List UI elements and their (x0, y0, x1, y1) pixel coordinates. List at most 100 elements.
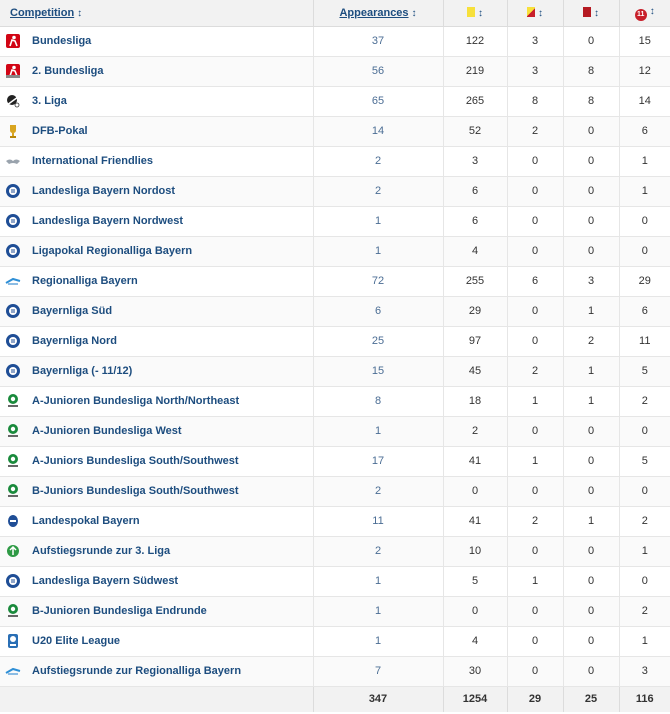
u20-elite-logo-icon[interactable] (5, 633, 21, 649)
sort-arrows-icon[interactable]: ↕ (538, 8, 543, 19)
2-bundesliga-logo-icon[interactable] (5, 63, 21, 79)
competition-link[interactable]: Aufstiegsrunde zur 3. Liga (32, 545, 170, 557)
appearances-cell[interactable]: 2 (312, 536, 443, 567)
appearances-cell[interactable]: 1 (312, 566, 443, 597)
appearances-cell[interactable]: 2 (312, 476, 443, 507)
regionalliga-logo-icon[interactable] (5, 273, 21, 289)
appearances-cell[interactable]: 56 (312, 56, 443, 87)
sort-arrows-icon[interactable]: ↕ (77, 8, 82, 19)
competition-link[interactable]: 3. Liga (32, 95, 67, 107)
bfv-logo-icon[interactable] (5, 363, 21, 379)
sort-arrows-icon[interactable]: ↕ (478, 8, 483, 19)
appearances-cell[interactable]: 1 (312, 206, 443, 237)
sort-arrows-icon[interactable]: ↕ (650, 6, 655, 17)
red-cards-cell: 0 (562, 476, 619, 507)
appearances-sort-link[interactable]: Appearances (339, 7, 408, 19)
competition-link[interactable]: A-Junioren Bundesliga North/Northeast (32, 395, 239, 407)
handshake-logo-icon[interactable] (5, 153, 21, 169)
competition-cell: DFB-Pokal (0, 116, 313, 147)
appearances-column-header[interactable]: Appearances ↕ (312, 0, 443, 27)
appearances-cell[interactable]: 2 (312, 176, 443, 207)
competition-cell: B-Junioren Bundesliga Endrunde (0, 596, 313, 627)
competition-link[interactable]: International Friendlies (32, 155, 153, 167)
red-cards-cell: 1 (562, 296, 619, 327)
goals-cell: 12 (618, 56, 670, 87)
yellow-cards-cell: 0 (442, 596, 507, 627)
dfb-junior-logo-icon[interactable] (5, 393, 21, 409)
appearances-cell[interactable]: 2 (312, 146, 443, 177)
yellow-cards-column-header[interactable]: ↕ (442, 0, 507, 27)
appearances-cell[interactable]: 25 (312, 326, 443, 357)
red-cards-cell: 1 (562, 356, 619, 387)
dfb-junior-logo-icon[interactable] (5, 603, 21, 619)
appearances-cell[interactable]: 7 (312, 656, 443, 687)
competition-link[interactable]: Bayernliga Nord (32, 335, 117, 347)
table-row: Bundesliga 37 122 3 0 15 (0, 26, 670, 57)
competition-link[interactable]: Bundesliga (32, 35, 91, 47)
competition-link[interactable]: Landesliga Bayern Nordost (32, 185, 175, 197)
bfv-logo-icon[interactable] (5, 243, 21, 259)
second-yellow-cell: 0 (506, 416, 563, 447)
second-yellow-cell: 0 (506, 176, 563, 207)
competition-link[interactable]: A-Juniors Bundesliga South/Southwest (32, 455, 239, 467)
dfb-junior-logo-icon[interactable] (5, 453, 21, 469)
competition-link[interactable]: Bayernliga (- 11/12) (32, 365, 132, 377)
bfv-logo-icon[interactable] (5, 333, 21, 349)
competition-link[interactable]: Landesliga Bayern Südwest (32, 575, 178, 587)
sort-arrows-icon[interactable]: ↕ (594, 8, 599, 19)
competition-link[interactable]: Bayernliga Süd (32, 305, 112, 317)
goals-cell: 15 (618, 26, 670, 57)
competition-link[interactable]: DFB-Pokal (32, 125, 88, 137)
appearances-cell[interactable]: 72 (312, 266, 443, 297)
appearances-cell[interactable]: 1 (312, 626, 443, 657)
table-row: 3. Liga 65 265 8 8 14 (0, 86, 670, 117)
appearances-cell[interactable]: 1 (312, 596, 443, 627)
competition-link[interactable]: Regionalliga Bayern (32, 275, 138, 287)
competition-cell: A-Junioren Bundesliga North/Northeast (0, 386, 313, 417)
competition-column-header[interactable]: Competition ↕ (0, 0, 313, 27)
dfb-junior-logo-icon[interactable] (5, 423, 21, 439)
bfv-logo-icon[interactable] (5, 213, 21, 229)
red-cards-cell: 2 (562, 326, 619, 357)
competition-link[interactable]: Aufstiegsrunde zur Regionalliga Bayern (32, 665, 241, 677)
competition-link[interactable]: Landespokal Bayern (32, 515, 140, 527)
appearances-cell[interactable]: 15 (312, 356, 443, 387)
landespokal-logo-icon[interactable] (5, 513, 21, 529)
goals-column-header[interactable]: 11 ↕ (618, 0, 670, 27)
competition-link[interactable]: Ligapokal Regionalliga Bayern (32, 245, 192, 257)
appearances-cell[interactable]: 1 (312, 236, 443, 267)
competition-link[interactable]: B-Junioren Bundesliga Endrunde (32, 605, 207, 617)
3-liga-logo-icon[interactable] (5, 93, 21, 109)
dfb-junior-logo-icon[interactable] (5, 483, 21, 499)
yellow-cards-cell: 18 (442, 386, 507, 417)
red-cards-column-header[interactable]: ↕ (562, 0, 619, 27)
appearances-cell[interactable]: 17 (312, 446, 443, 477)
red-cards-cell: 0 (562, 206, 619, 237)
competition-link[interactable]: Landesliga Bayern Nordwest (32, 215, 183, 227)
yellow-cards-cell: 0 (442, 476, 507, 507)
bfv-logo-icon[interactable] (5, 303, 21, 319)
bundesliga-logo-icon[interactable] (5, 33, 21, 49)
total-goals: 116 (618, 685, 670, 712)
competition-link[interactable]: U20 Elite League (32, 635, 120, 647)
appearances-cell[interactable]: 6 (312, 296, 443, 327)
appearances-cell[interactable]: 37 (312, 26, 443, 57)
competition-cell: A-Juniors Bundesliga South/Southwest (0, 446, 313, 477)
bfv-logo-icon[interactable] (5, 573, 21, 589)
appearances-cell[interactable]: 1 (312, 416, 443, 447)
sort-arrows-icon[interactable]: ↕ (412, 8, 417, 19)
competition-link[interactable]: A-Junioren Bundesliga West (32, 425, 182, 437)
bfv-logo-icon[interactable] (5, 183, 21, 199)
regionalliga-logo-icon[interactable] (5, 663, 21, 679)
dfb-pokal-logo-icon[interactable] (5, 123, 21, 139)
competition-sort-link[interactable]: Competition (10, 7, 74, 19)
appearances-cell[interactable]: 65 (312, 86, 443, 117)
second-yellow-column-header[interactable]: ↕ (506, 0, 563, 27)
competition-link[interactable]: B-Juniors Bundesliga South/Southwest (32, 485, 239, 497)
appearances-cell[interactable]: 11 (312, 506, 443, 537)
competition-link[interactable]: 2. Bundesliga (32, 65, 104, 77)
competition-cell: Landesliga Bayern Nordost (0, 176, 313, 207)
aufstiegsrunde-logo-icon[interactable] (5, 543, 21, 559)
appearances-cell[interactable]: 14 (312, 116, 443, 147)
appearances-cell[interactable]: 8 (312, 386, 443, 417)
